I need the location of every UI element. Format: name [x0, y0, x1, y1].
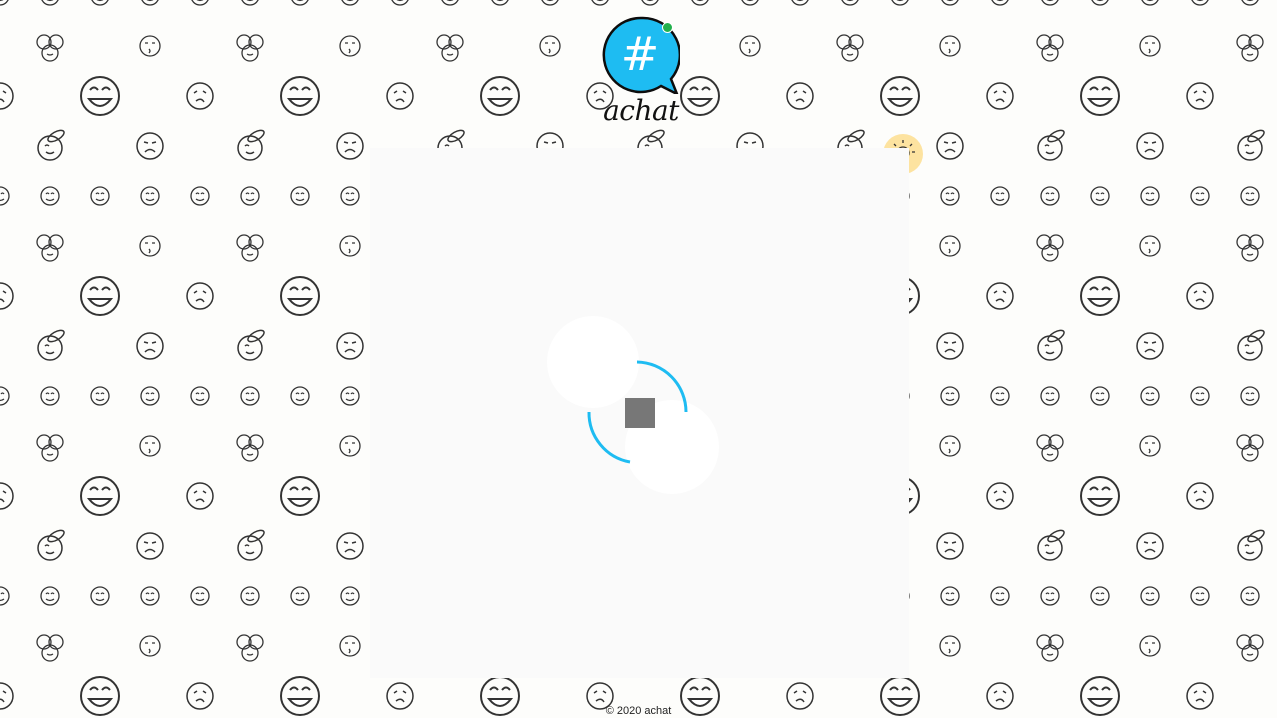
loading-spinner [547, 316, 719, 494]
app-logo[interactable]: # achat [596, 14, 686, 128]
logo-symbol: # [621, 27, 660, 81]
loader-blob-top [547, 316, 639, 408]
online-status-dot [662, 22, 673, 33]
logo-wordmark: achat [603, 94, 679, 127]
loader-arc-bottom [587, 411, 631, 464]
loader-square [625, 398, 655, 428]
copyright-footer: © 2020 achat [605, 705, 672, 717]
